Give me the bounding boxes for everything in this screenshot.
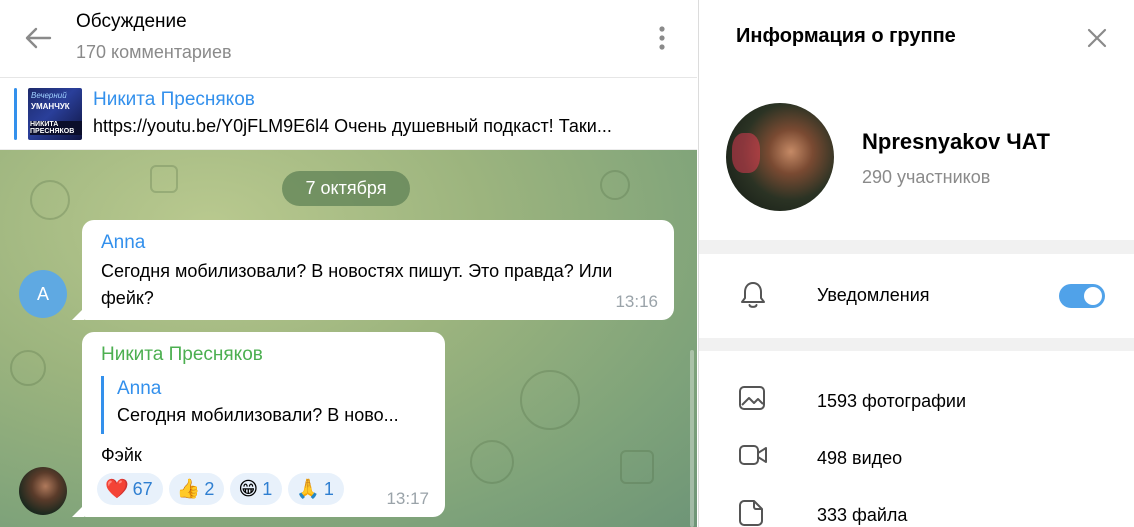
group-info-header: Информация о группе Npresnyakov ЧАТ 290 … <box>699 0 1134 240</box>
comments-count: 170 комментариев <box>76 42 232 62</box>
thumbnail-text: Вечерний <box>31 91 67 100</box>
chat-header: Обсуждение 170 комментариев <box>0 0 697 78</box>
notifications-row[interactable]: Уведомления <box>699 254 1134 338</box>
reaction-count: 2 <box>204 478 215 499</box>
doodle <box>600 170 630 200</box>
more-options-button[interactable] <box>646 20 678 56</box>
message-area: 7 октября A Anna Сегодня мобилизовали? В… <box>0 150 697 527</box>
doodle <box>30 180 70 220</box>
pinned-author: Никита Пресняков <box>93 89 255 110</box>
doodle <box>10 350 46 386</box>
arrow-left-icon <box>25 27 52 49</box>
avatar[interactable] <box>19 467 67 515</box>
reaction-count: 1 <box>323 478 334 499</box>
media-row-videos[interactable]: 498 видео <box>699 426 1134 483</box>
message-bubble[interactable]: Anna Сегодня мобилизовали? В новостях пи… <box>82 220 674 320</box>
message-author[interactable]: Никита Пресняков <box>101 344 263 366</box>
group-info-panel: Информация о группе Npresnyakov ЧАТ 290 … <box>698 0 1134 527</box>
thumbnail-text: НИКИТА ПРЕСНЯКОВ <box>30 121 82 135</box>
photo-icon <box>739 386 765 410</box>
reaction-grin[interactable]: 😁 1 <box>230 473 283 505</box>
reaction-thumbs-up[interactable]: 👍 2 <box>168 473 225 505</box>
reply-author: Anna <box>117 378 162 399</box>
reaction-count: 67 <box>132 478 153 499</box>
media-label: 1593 фотографии <box>817 391 967 411</box>
doodle <box>470 440 514 484</box>
thumbs-up-icon: 👍 <box>176 477 201 500</box>
scrollbar-thumb[interactable] <box>690 350 694 527</box>
avatar-letter: A <box>36 283 49 304</box>
message-author[interactable]: Anna <box>101 232 145 254</box>
reaction-heart[interactable]: ❤️ 67 <box>97 473 163 505</box>
chat-title: Обсуждение <box>76 11 187 32</box>
back-button[interactable] <box>22 22 54 54</box>
heart-icon: ❤️ <box>105 477 129 500</box>
thumbnail-text: УМАНЧУК <box>31 102 70 111</box>
pinned-message[interactable]: Вечерний УМАНЧУК НИКИТА ПРЕСНЯКОВ Никита… <box>0 78 697 150</box>
more-vertical-icon <box>659 26 665 50</box>
pinned-thumbnail: Вечерний УМАНЧУК НИКИТА ПРЕСНЯКОВ <box>28 88 82 140</box>
avatar[interactable]: A <box>19 270 67 318</box>
pinned-accent-bar <box>14 88 17 140</box>
reply-quote[interactable]: Anna Сегодня мобилизовали? В ново... <box>101 376 426 434</box>
media-row-photos[interactable]: 1593 фотографии <box>699 369 1134 426</box>
video-icon <box>739 445 767 465</box>
members-count[interactable]: 290 участников <box>862 167 990 188</box>
doodle <box>520 370 580 430</box>
reaction-pray[interactable]: 🙏 1 <box>288 473 344 505</box>
reaction-count: 1 <box>262 478 273 499</box>
media-row-files[interactable]: 333 файла <box>699 483 1134 527</box>
grin-icon: 😁 <box>238 477 259 500</box>
pray-icon: 🙏 <box>296 477 320 500</box>
doodle <box>150 165 178 193</box>
doodle <box>620 450 654 484</box>
toggle-knob <box>1084 287 1102 305</box>
date-separator: 7 октября <box>282 171 410 206</box>
media-label: 333 файла <box>817 505 908 525</box>
close-button[interactable] <box>1081 22 1113 54</box>
notifications-toggle[interactable] <box>1059 284 1105 308</box>
message-time: 13:16 <box>615 292 658 311</box>
reactions: ❤️ 67 👍 2 😁 1 🙏 1 <box>97 473 344 505</box>
panel-title: Информация о группе <box>736 25 956 47</box>
message-text: Фэйк <box>101 445 142 465</box>
bell-icon <box>741 282 765 308</box>
media-label: 498 видео <box>817 448 903 468</box>
file-icon <box>739 500 763 526</box>
close-icon <box>1087 28 1107 48</box>
group-avatar[interactable] <box>726 103 834 211</box>
pinned-text: https://youtu.be/Y0jFLM9E6l4 Очень душев… <box>93 116 612 136</box>
avatar-decoration <box>732 133 760 173</box>
message-text: Сегодня мобилизовали? В новостях пишут. … <box>101 261 613 308</box>
notifications-label: Уведомления <box>817 285 930 305</box>
group-name: Npresnyakov ЧАТ <box>862 129 1050 154</box>
shared-media-section: 1593 фотографии 498 видео 333 файла <box>699 351 1134 527</box>
reply-text: Сегодня мобилизовали? В ново... <box>117 405 399 425</box>
chat-panel: Обсуждение 170 комментариев Вечерний УМА… <box>0 0 697 527</box>
message-bubble[interactable]: Никита Пресняков Anna Сегодня мобилизова… <box>82 332 445 517</box>
message-time: 13:17 <box>386 489 429 508</box>
